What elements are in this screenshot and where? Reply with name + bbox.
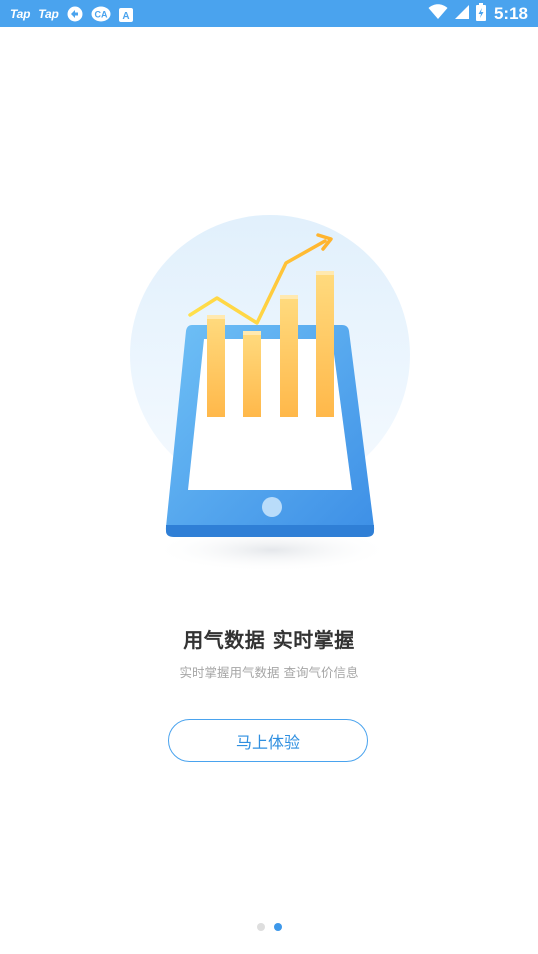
status-bar-system: 5:18 xyxy=(428,0,528,27)
wifi-icon xyxy=(428,3,448,24)
page-dot-1[interactable] xyxy=(256,923,265,931)
chart-bar-3 xyxy=(280,295,298,417)
taptap-notification-icon-2: Tap xyxy=(38,6,59,21)
signal-icon xyxy=(454,4,470,24)
page-dot-2-active[interactable] xyxy=(273,923,282,931)
start-experience-button[interactable]: 马上体验 xyxy=(168,719,368,762)
onboarding-subline: 实时掌握用气数据 查询气价信息 xyxy=(179,665,359,680)
chart-bar-1 xyxy=(207,315,225,417)
tablet-growth-chart-illustration xyxy=(120,205,420,585)
svg-text:CA: CA xyxy=(94,9,107,19)
onboarding-screen: Tap Tap CA A 5:18 用气数据 实时掌握 实时掌握用气数据 查询气… xyxy=(0,0,538,954)
chart-bar-2 xyxy=(243,331,261,417)
tablet-edge xyxy=(166,525,374,537)
tablet-home-button xyxy=(262,497,282,517)
status-time: 5:18 xyxy=(493,3,528,23)
ca-badge-icon: CA xyxy=(91,6,111,22)
chart-bar-4 xyxy=(316,271,334,417)
svg-text:A: A xyxy=(122,11,129,22)
onboarding-headline: 用气数据 实时掌握 xyxy=(183,628,355,652)
status-bar: Tap Tap CA A 5:18 xyxy=(0,0,538,27)
status-bar-notifications: Tap Tap CA A xyxy=(10,0,133,27)
a-square-icon: A xyxy=(118,7,133,22)
page-indicator xyxy=(0,923,538,931)
taptap-notification-icon: Tap xyxy=(10,6,31,21)
battery-icon xyxy=(475,2,486,25)
arrows-sync-icon xyxy=(67,6,83,22)
